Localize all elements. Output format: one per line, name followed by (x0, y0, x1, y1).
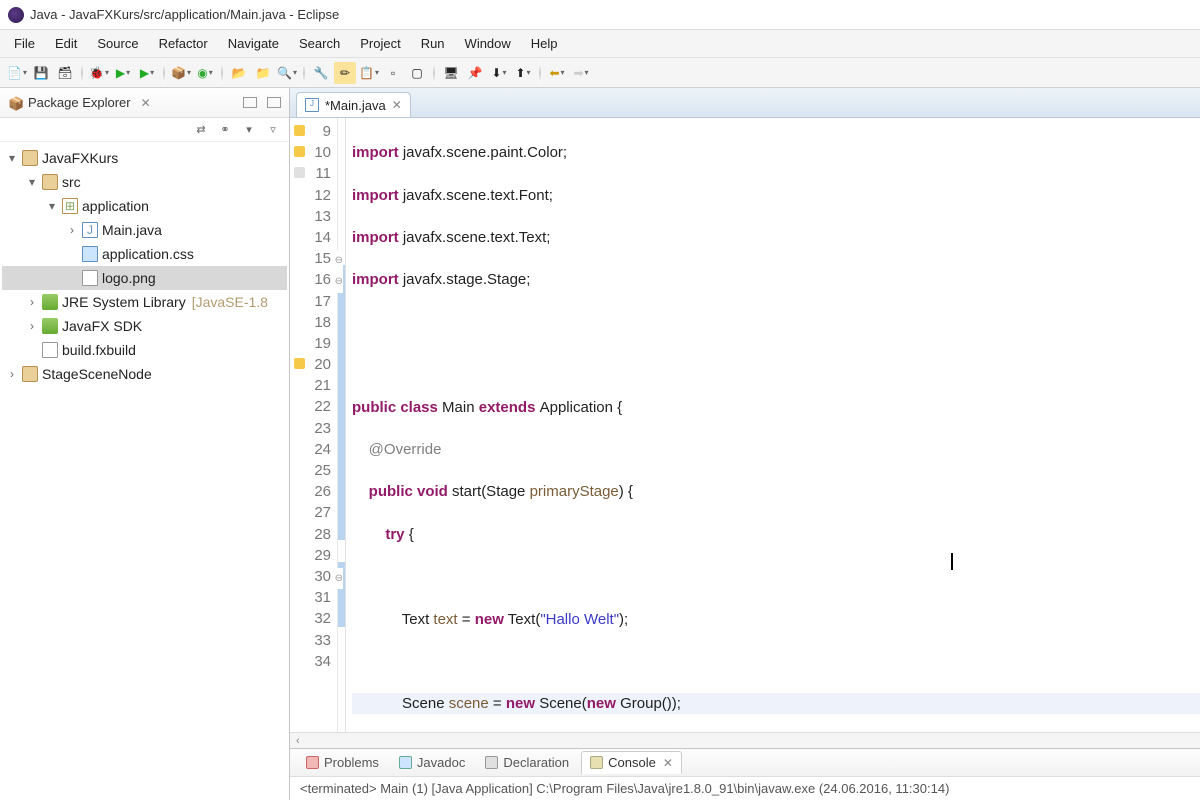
package-explorer-view: 📦 Package Explorer ✕ ⇄ ⚭ ▾ ▿ ▾JavaFXKurs… (0, 88, 290, 800)
open-task-button[interactable]: 📁 (252, 62, 274, 84)
pin-button[interactable]: 📌 (464, 62, 486, 84)
editor-body[interactable]: 9 10 11 12 13 14 15 16 17 18 19 20 21 22… (290, 118, 1200, 732)
tree-folder-src[interactable]: ▾src (2, 170, 287, 194)
bottom-tab-bar: Problems Javadoc Declaration Console✕ (290, 749, 1200, 777)
tree-project-stagescenenode[interactable]: ›StageSceneNode (2, 362, 287, 386)
menu-navigate[interactable]: Navigate (218, 32, 289, 55)
prev-annotation-button[interactable]: ⬆▾ (512, 62, 534, 84)
toggle-mark-button[interactable]: ✏ (334, 62, 356, 84)
eclipse-icon (8, 7, 24, 23)
tab-console[interactable]: Console✕ (581, 751, 682, 774)
close-icon[interactable]: ✕ (663, 756, 673, 770)
file-icon (42, 342, 58, 358)
forward-button[interactable]: ➡▾ (570, 62, 592, 84)
library-icon (42, 318, 58, 334)
console-icon (590, 756, 603, 769)
menu-source[interactable]: Source (87, 32, 148, 55)
image-file-icon (82, 270, 98, 286)
annotation-button[interactable]: 📋▾ (358, 62, 380, 84)
maximize-icon[interactable] (267, 97, 281, 108)
javadoc-icon (399, 756, 412, 769)
folding-bar[interactable] (338, 118, 346, 732)
menu-search[interactable]: Search (289, 32, 350, 55)
run-button[interactable]: ▶▾ (112, 62, 134, 84)
project-icon (22, 366, 38, 382)
menu-bar: File Edit Source Refactor Navigate Searc… (0, 30, 1200, 58)
menu-run[interactable]: Run (411, 32, 455, 55)
tree-file-build-fxbuild[interactable]: build.fxbuild (2, 338, 287, 362)
tree-project-javafxkurs[interactable]: ▾JavaFXKurs (2, 146, 287, 170)
console-output[interactable]: <terminated> Main (1) [Java Application]… (290, 777, 1200, 800)
menu-edit[interactable]: Edit (45, 32, 87, 55)
close-icon[interactable]: ✕ (141, 96, 151, 110)
problems-icon (306, 756, 319, 769)
collapse-all-icon[interactable]: ⇄ (193, 122, 209, 138)
new-button[interactable]: 📄▾ (6, 62, 28, 84)
toggle-breadcrumb-button[interactable]: 🔧 (310, 62, 332, 84)
tree-jre-library[interactable]: ›JRE System Library[JavaSE-1.8 (2, 290, 287, 314)
tree-file-logo-png[interactable]: logo.png (2, 266, 287, 290)
editor-tab-main-java[interactable]: J *Main.java ✕ (296, 92, 411, 117)
java-file-icon: J (305, 98, 319, 112)
menu-window[interactable]: Window (455, 32, 521, 55)
run-last-button[interactable]: ▶▾ (136, 62, 158, 84)
title-bar: Java - JavaFXKurs/src/application/Main.j… (0, 0, 1200, 30)
project-icon (22, 150, 38, 166)
tree-file-main-java[interactable]: ›JMain.java (2, 218, 287, 242)
search-button[interactable]: 🔍▾ (276, 62, 298, 84)
bottom-panel: Problems Javadoc Declaration Console✕ <t… (290, 748, 1200, 800)
debug-button[interactable]: 🐞▾ (88, 62, 110, 84)
editor-tab-label: *Main.java (325, 98, 386, 113)
project-tree[interactable]: ▾JavaFXKurs ▾src ▾⊞application ›JMain.ja… (0, 142, 289, 800)
tab-javadoc[interactable]: Javadoc (391, 752, 473, 773)
declaration-icon (485, 756, 498, 769)
library-icon (42, 294, 58, 310)
perspective-button[interactable]: 🖥 (440, 62, 462, 84)
tree-javafx-sdk[interactable]: ›JavaFX SDK (2, 314, 287, 338)
source-folder-icon (42, 174, 58, 190)
tab-declaration[interactable]: Declaration (477, 752, 577, 773)
package-explorer-icon: 📦 (8, 96, 22, 110)
menu-project[interactable]: Project (350, 32, 410, 55)
tree-package-application[interactable]: ▾⊞application (2, 194, 287, 218)
package-explorer-title: Package Explorer (28, 95, 131, 110)
code-area[interactable]: import javafx.scene.paint.Color; import … (346, 118, 1200, 732)
main-toolbar: 📄▾ 💾 🗃 🐞▾ ▶▾ ▶▾ 📦▾ ◉▾ 📂 📁 🔍▾ 🔧 ✏ 📋▾ ▫ ▢ … (0, 58, 1200, 88)
editor-area: J *Main.java ✕ 9 10 11 12 13 14 15 16 17… (290, 88, 1200, 800)
view-menu-icon[interactable]: ▿ (265, 122, 281, 138)
minimize-icon[interactable] (243, 97, 257, 108)
link-editor-icon[interactable]: ⚭ (217, 122, 233, 138)
focus-icon[interactable]: ▾ (241, 122, 257, 138)
menu-help[interactable]: Help (521, 32, 568, 55)
menu-refactor[interactable]: Refactor (149, 32, 218, 55)
back-button[interactable]: ⬅▾ (546, 62, 568, 84)
next-annotation-button[interactable]: ⬇▾ (488, 62, 510, 84)
block-button[interactable]: ▫ (382, 62, 404, 84)
editor-tab-bar: J *Main.java ✕ (290, 88, 1200, 118)
package-explorer-tab[interactable]: 📦 Package Explorer ✕ (0, 88, 289, 118)
menu-file[interactable]: File (4, 32, 45, 55)
tree-file-application-css[interactable]: application.css (2, 242, 287, 266)
package-explorer-toolbar: ⇄ ⚭ ▾ ▿ (0, 118, 289, 142)
save-all-button[interactable]: 🗃 (54, 62, 76, 84)
package-icon: ⊞ (62, 198, 78, 214)
text-cursor (951, 553, 953, 570)
horizontal-scrollbar[interactable]: ‹ (290, 732, 1200, 748)
new-package-button[interactable]: 📦▾ (170, 62, 192, 84)
open-type-button[interactable]: 📂 (228, 62, 250, 84)
java-file-icon: J (82, 222, 98, 238)
window-title: Java - JavaFXKurs/src/application/Main.j… (30, 7, 339, 22)
css-file-icon (82, 246, 98, 262)
tab-problems[interactable]: Problems (298, 752, 387, 773)
line-number-gutter[interactable]: 9 10 11 12 13 14 15 16 17 18 19 20 21 22… (290, 118, 338, 732)
new-class-button[interactable]: ◉▾ (194, 62, 216, 84)
show-whitespace-button[interactable]: ▢ (406, 62, 428, 84)
save-button[interactable]: 💾 (30, 62, 52, 84)
close-tab-icon[interactable]: ✕ (392, 98, 402, 112)
